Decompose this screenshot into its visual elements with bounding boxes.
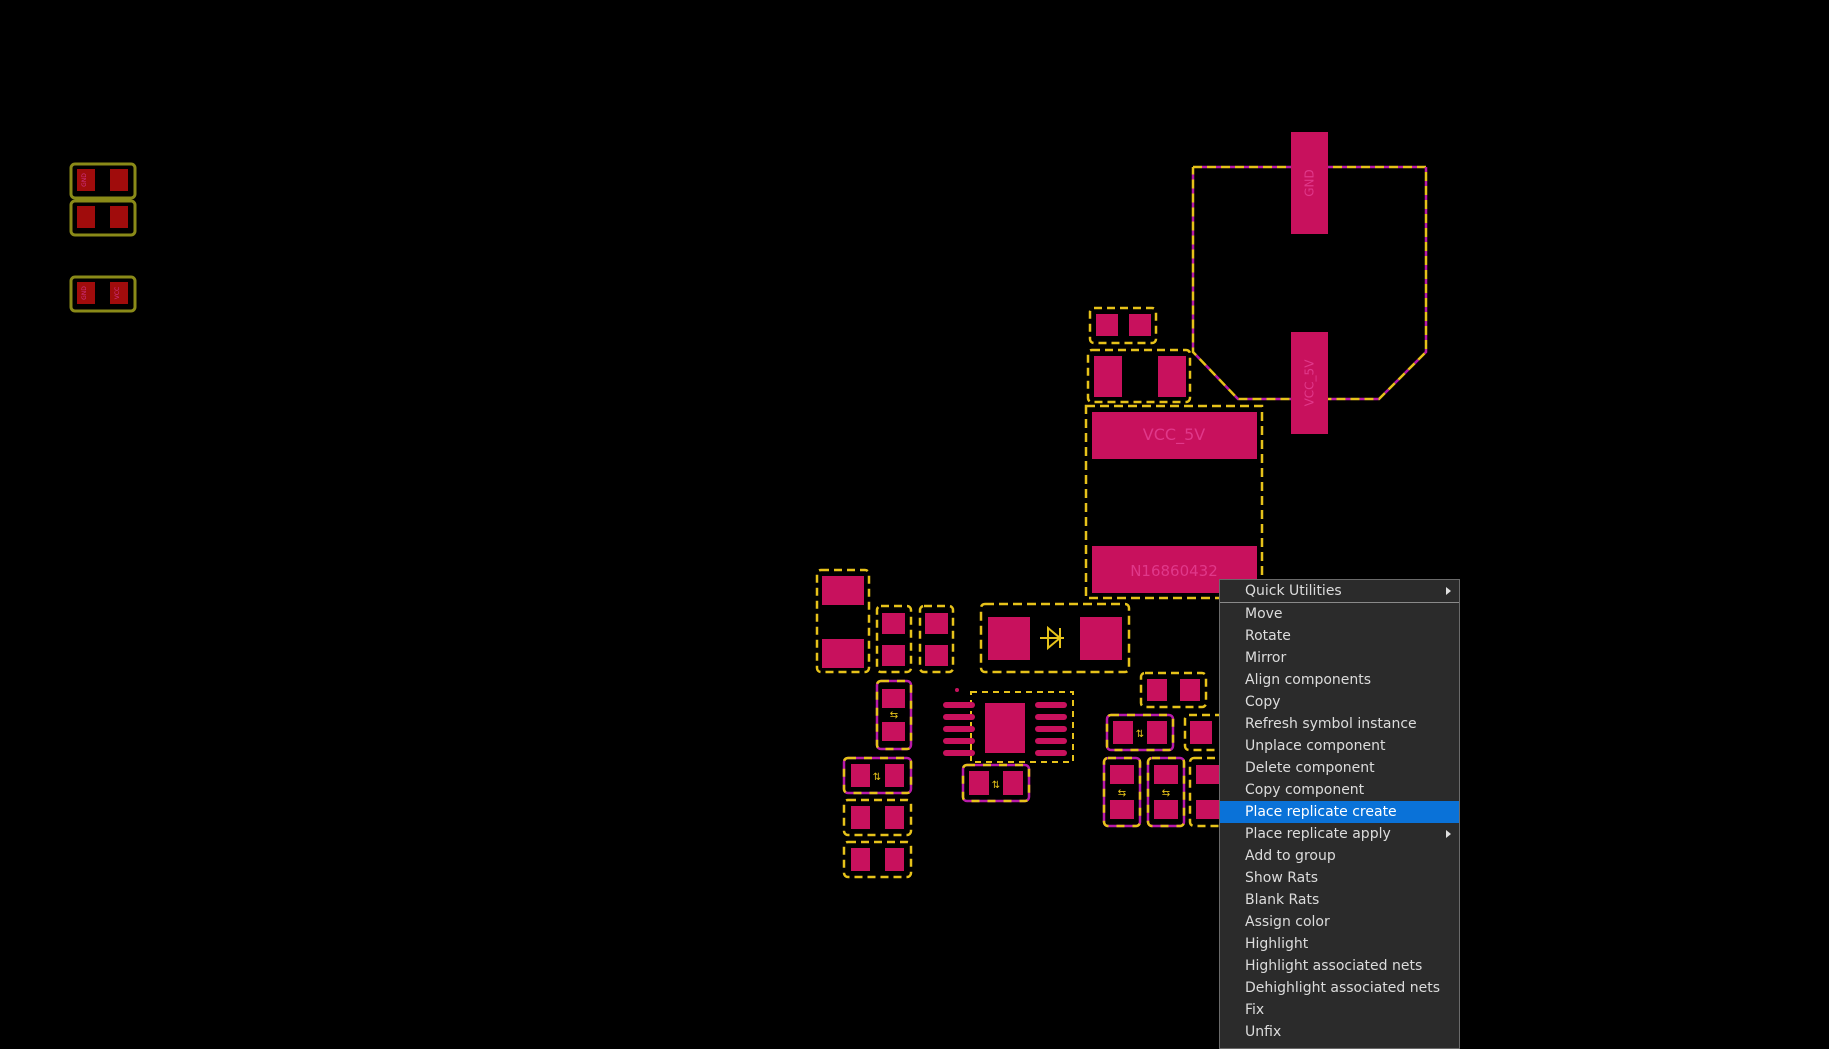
pad xyxy=(1080,617,1122,660)
menu-item-label: Rotate xyxy=(1245,628,1291,644)
pad xyxy=(1196,765,1220,784)
menu-item-label: Show Rats xyxy=(1245,870,1319,886)
pad-label: N16860432 xyxy=(1130,562,1218,580)
pad xyxy=(1196,800,1220,819)
pad xyxy=(885,764,904,787)
menu-item-label: Mirror xyxy=(1245,650,1287,666)
menu-item-blank-rats[interactable]: Blank Rats xyxy=(1220,889,1459,911)
pad xyxy=(1158,356,1186,397)
pad xyxy=(885,848,904,871)
menu-item-label: Place replicate apply xyxy=(1245,826,1391,842)
pcb-canvas[interactable]: GND GND VCC GND VCC_5V VCC_5V N16860432 xyxy=(0,0,1829,1041)
pad xyxy=(851,848,870,871)
pad xyxy=(110,206,128,228)
menu-item-assign-color[interactable]: Assign color xyxy=(1220,911,1459,933)
pad xyxy=(1110,800,1134,819)
pad xyxy=(882,645,905,666)
pad-label: VCC xyxy=(114,287,121,299)
menu-item-highlight-associated-nets[interactable]: Highlight associated nets xyxy=(1220,955,1459,977)
menu-item-place-replicate-apply[interactable]: Place replicate apply xyxy=(1220,823,1459,845)
pad xyxy=(1147,679,1167,701)
menu-item-align-components[interactable]: Align components xyxy=(1220,669,1459,691)
menu-item-label: Blank Rats xyxy=(1245,892,1320,908)
menu-item-label: Place replicate create xyxy=(1245,804,1397,820)
pad xyxy=(851,764,870,787)
pad xyxy=(1129,314,1151,336)
menu-item-unfix[interactable]: Unfix xyxy=(1220,1021,1459,1043)
menu-item-fix[interactable]: Fix xyxy=(1220,999,1459,1021)
menu-item-label: Delete component xyxy=(1245,760,1375,776)
menu-item-dehighlight-associated-nets[interactable]: Dehighlight associated nets xyxy=(1220,977,1459,999)
pad xyxy=(882,613,905,634)
pad-label: VCC_5V xyxy=(1303,359,1317,407)
menu-item-label: Highlight associated nets xyxy=(1245,958,1423,974)
pad-label: GND xyxy=(81,286,88,300)
menu-item-delete-component[interactable]: Delete component xyxy=(1220,757,1459,779)
menu-item-place-replicate-create[interactable]: Place replicate create xyxy=(1220,801,1459,823)
pad xyxy=(925,613,948,634)
menu-item-label: Assign color xyxy=(1245,914,1330,930)
menu-item-label: Fix xyxy=(1245,1002,1265,1018)
pad xyxy=(1180,679,1200,701)
menu-item-label: Quick Utilities xyxy=(1245,583,1342,599)
pad xyxy=(1110,765,1134,784)
pad xyxy=(1154,800,1178,819)
menu-item-label: Refresh symbol instance xyxy=(1245,716,1417,732)
menu-item-highlight[interactable]: Highlight xyxy=(1220,933,1459,955)
menu-item-refresh-symbol-instance[interactable]: Refresh symbol instance xyxy=(1220,713,1459,735)
menu-item-label: Unplace component xyxy=(1245,738,1386,754)
menu-item-mirror[interactable]: Mirror xyxy=(1220,647,1459,669)
polarity-icon: ⇅ xyxy=(1136,729,1144,740)
menu-item-rotate[interactable]: Rotate xyxy=(1220,625,1459,647)
submenu-arrow-icon xyxy=(1446,587,1451,595)
pad xyxy=(1113,721,1133,744)
menu-item-quick-utilities[interactable]: Quick Utilities xyxy=(1220,580,1459,603)
menu-item-label: Copy component xyxy=(1245,782,1365,798)
pad xyxy=(1190,721,1212,744)
polarity-icon: ⇆ xyxy=(1118,788,1126,799)
pad xyxy=(1147,721,1167,744)
submenu-arrow-icon xyxy=(1446,830,1451,838)
pad xyxy=(1003,771,1023,795)
menu-item-label: Dehighlight associated nets xyxy=(1245,980,1441,996)
menu-item-add-to-group[interactable]: Add to group xyxy=(1220,845,1459,867)
pad xyxy=(882,689,905,708)
pad xyxy=(110,169,128,191)
pad xyxy=(988,617,1030,660)
pad xyxy=(985,703,1025,753)
pad xyxy=(1094,356,1122,397)
menu-item-copy[interactable]: Copy xyxy=(1220,691,1459,713)
menu-item-move[interactable]: Move xyxy=(1220,603,1459,625)
pad xyxy=(969,771,989,795)
pad xyxy=(851,806,870,829)
polarity-icon: ⇅ xyxy=(873,772,881,783)
pad xyxy=(77,206,95,228)
pad xyxy=(1096,314,1118,336)
pad xyxy=(822,576,864,605)
context-menu[interactable]: Quick Utilities Move Rotate Mirror Align com… xyxy=(1219,579,1460,1049)
pad xyxy=(1154,765,1178,784)
pad xyxy=(882,722,905,741)
polarity-icon: ⇆ xyxy=(890,710,898,721)
menu-item-label: Add to group xyxy=(1245,848,1336,864)
menu-item-label: Copy xyxy=(1245,694,1281,710)
menu-item-label: Move xyxy=(1245,606,1283,622)
pin1-marker xyxy=(955,688,959,692)
menu-item-label: Unfix xyxy=(1245,1024,1282,1040)
pad xyxy=(925,645,948,666)
pad xyxy=(822,639,864,668)
menu-item-show-rats[interactable]: Show Rats xyxy=(1220,867,1459,889)
polarity-icon: ⇆ xyxy=(1162,788,1170,799)
pad xyxy=(885,806,904,829)
pad-label: GND xyxy=(1303,169,1317,197)
polarity-icon: ⇅ xyxy=(992,780,1000,791)
menu-item-copy-component[interactable]: Copy component xyxy=(1220,779,1459,801)
menu-item-label: Align components xyxy=(1245,672,1372,688)
menu-item-label: Highlight xyxy=(1245,936,1309,952)
canvas-background xyxy=(0,0,1829,1041)
pad-label: GND xyxy=(81,173,88,187)
pad-label: VCC_5V xyxy=(1143,425,1205,445)
menu-item-unplace-component[interactable]: Unplace component xyxy=(1220,735,1459,757)
